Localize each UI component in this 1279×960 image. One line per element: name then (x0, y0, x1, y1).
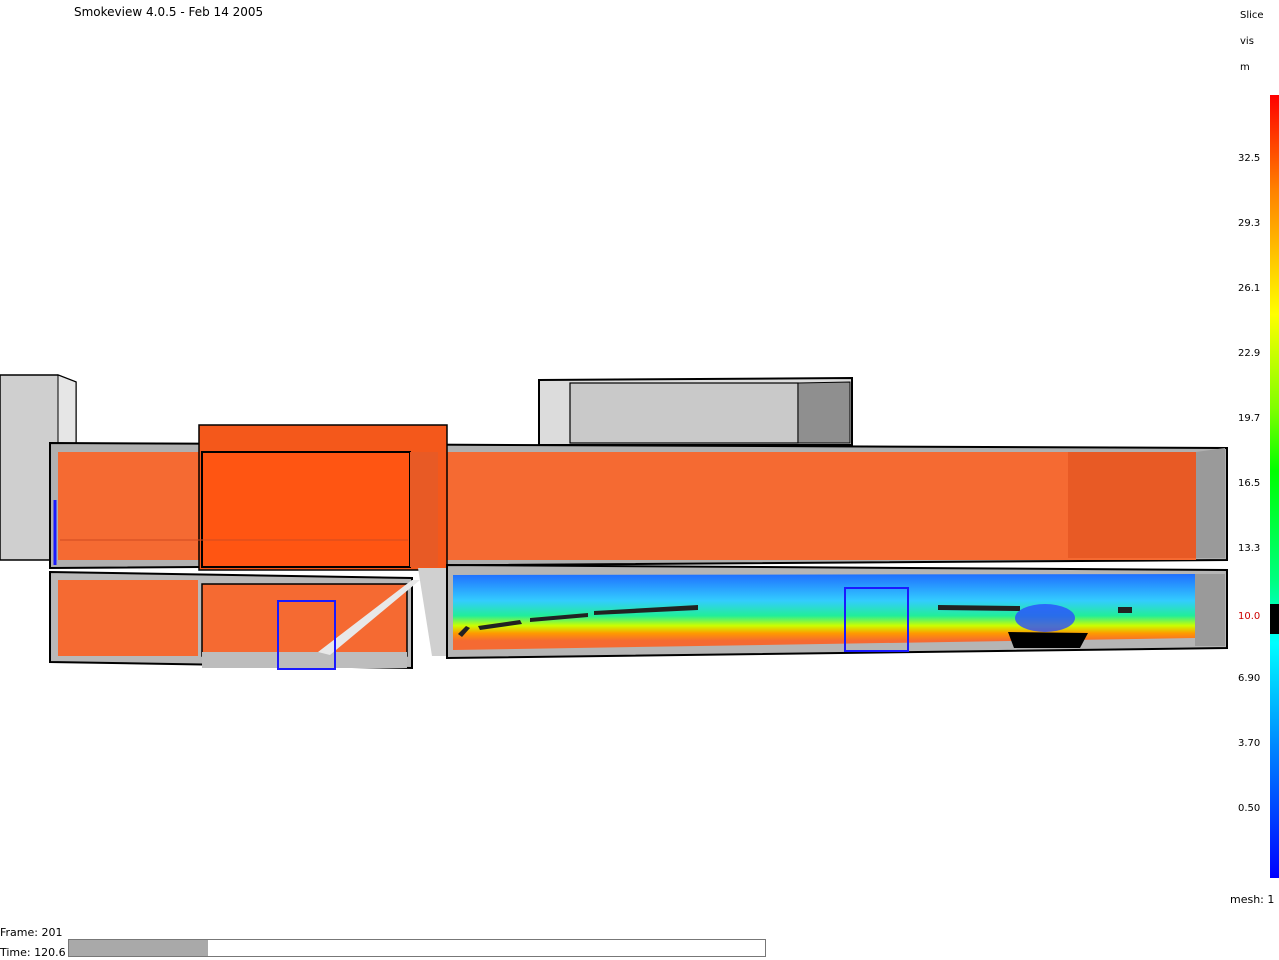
slice-colorbar (1270, 95, 1279, 878)
colorbar-tick: 19.7 (1238, 413, 1261, 424)
legend-title-quantity: vis (1240, 36, 1254, 47)
time-label: Time: 120.6 (0, 946, 66, 959)
colorbar-tick: 22.9 (1238, 348, 1261, 359)
colorbar-tick: 29.3 (1238, 218, 1261, 229)
scene-viewport[interactable] (0, 0, 1230, 900)
colorbar-tick: 26.1 (1238, 283, 1261, 294)
legend-title-slice: Slice (1240, 10, 1264, 21)
time-slider[interactable] (68, 939, 766, 957)
colorbar-current-marker (1270, 604, 1279, 634)
colorbar-tick-current: 10.0 (1238, 611, 1261, 622)
legend-title-unit: m (1240, 62, 1250, 73)
colorbar-tick: 6.90 (1238, 673, 1261, 684)
time-slider-fill (69, 940, 209, 956)
colorbar-tick: 32.5 (1238, 153, 1261, 164)
lower-left-floor (49, 568, 448, 670)
colorbar-tick: 16.5 (1238, 478, 1261, 489)
mesh-label: mesh: 1 (1230, 893, 1275, 906)
frame-label: Frame: 201 (0, 926, 63, 939)
corridor-slice (446, 563, 1228, 660)
colorbar-tick: 3.70 (1238, 738, 1261, 749)
roof-gray-block (538, 376, 853, 446)
colorbar-tick: 0.50 (1238, 803, 1261, 814)
colorbar-tick: 13.3 (1238, 543, 1261, 554)
